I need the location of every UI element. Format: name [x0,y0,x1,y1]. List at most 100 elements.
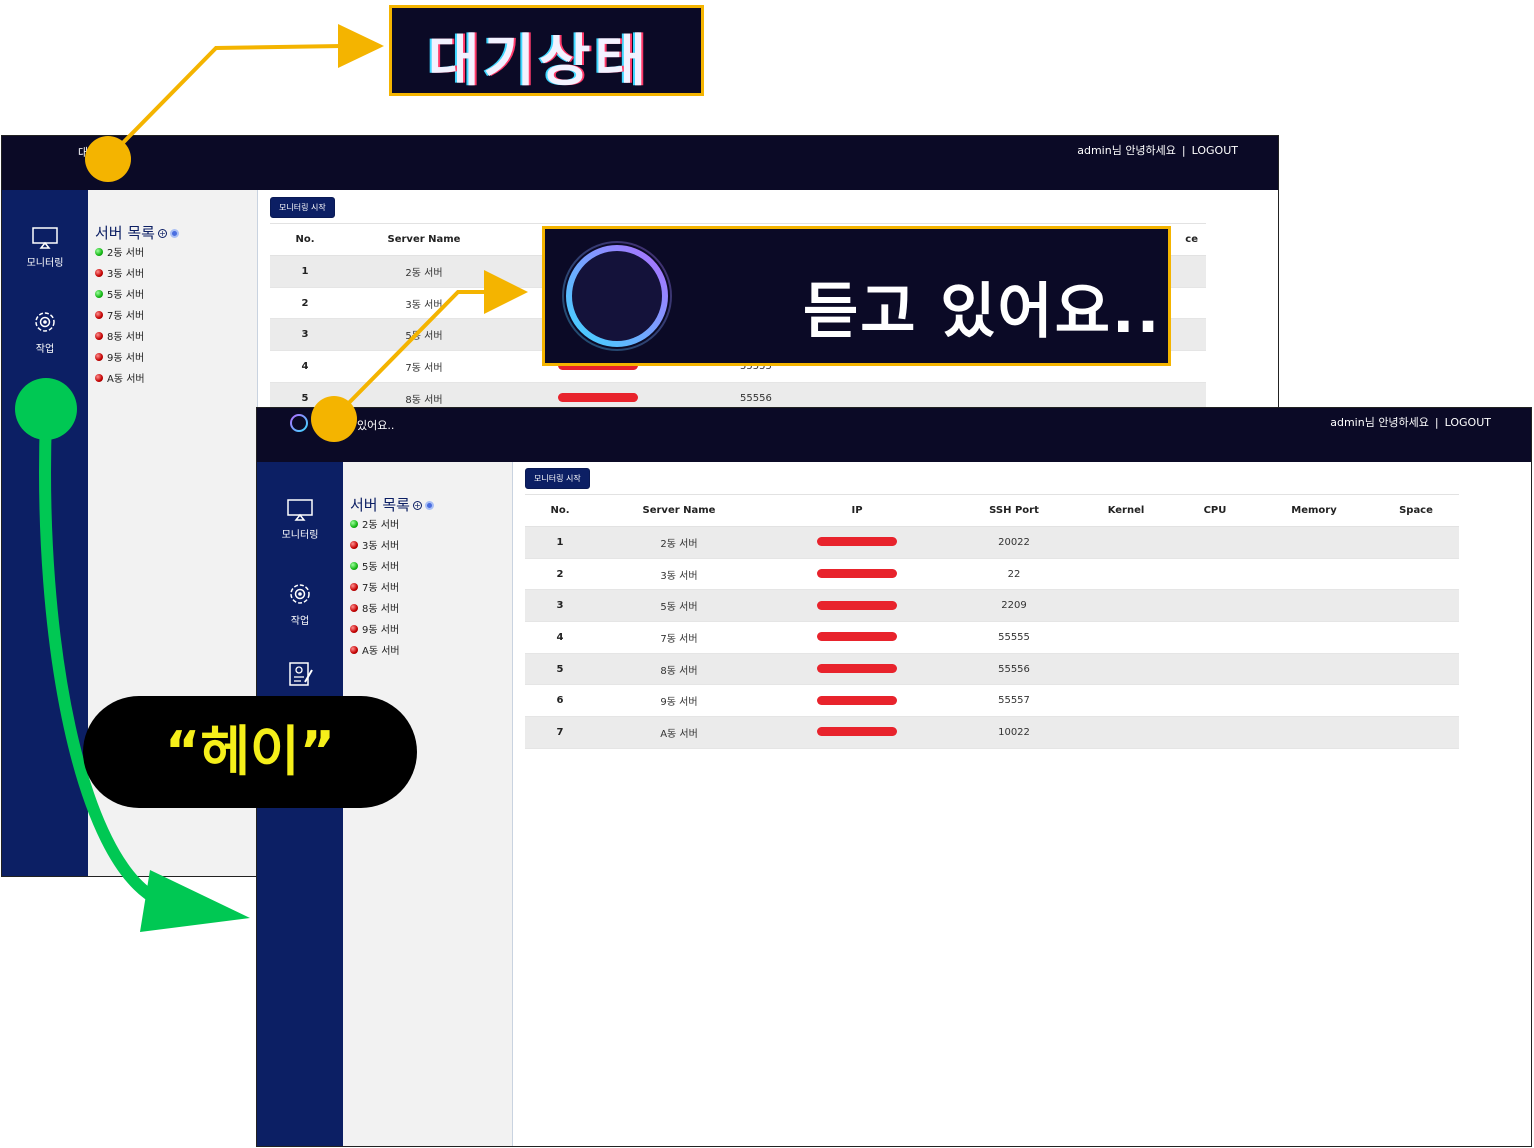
table-row[interactable]: 5 8동 서버 55556 [525,653,1459,686]
front-greeting: admin님 안녕하세요 [1330,416,1429,429]
back-separator: | [1181,144,1186,157]
back-rail-task[interactable]: 작업 [2,308,88,355]
row-ssh-port: 22 [951,558,1077,591]
front-rail-task[interactable]: 작업 [257,580,343,627]
back-user-area: admin님 안녕하세요 | LOGOUT [1077,142,1238,158]
row-memory [1255,589,1373,623]
row-number: 5 [525,653,595,686]
row-server-name: 5동 서버 [340,318,508,352]
front-col-space: Space [1373,494,1459,527]
front-logout-link[interactable]: LOGOUT [1445,416,1491,429]
back-start-monitoring-button[interactable]: 모니터링 시작 [270,197,335,218]
row-server-name: A동 서버 [595,716,763,749]
table-row[interactable]: 2 3동 서버 22 [525,558,1459,591]
table-row[interactable]: 4 7동 서버 55555 [525,621,1459,654]
row-kernel [1077,621,1175,654]
row-memory [1255,716,1373,749]
back-server-item[interactable]: 9동 서버 [95,349,144,364]
status-dot-icon [350,520,358,528]
front-server-label: 7동 서버 [362,583,400,594]
front-app-window: 있어요.. admin님 안녕하세요 | LOGOUT 모니터링 작업 서버 목록 +… [256,407,1532,1147]
table-row[interactable]: 3 5동 서버 2209 [525,589,1459,623]
front-server-table: No. Server Name IP SSH Port Kernel CPU M… [525,494,1459,749]
front-panel-title: 서버 목록 + [350,494,434,515]
back-server-item[interactable]: 2동 서버 [95,244,144,259]
redacted-ip-mark [817,664,897,674]
row-ssh-port: 20022 [951,526,1077,559]
monitor-icon [32,227,58,249]
front-col-no: No. [525,494,595,527]
row-number: 1 [525,526,595,559]
row-memory [1255,653,1373,686]
standby-arrowhead [338,24,384,68]
row-space [1373,716,1459,749]
add-icon[interactable]: + [157,229,167,238]
add-icon[interactable]: + [412,501,422,510]
back-rail-monitoring[interactable]: 모니터링 [2,226,88,269]
front-start-monitoring-button[interactable]: 모니터링 시작 [525,468,590,489]
front-server-item[interactable]: 8동 서버 [350,600,399,615]
gear-icon [35,312,55,332]
row-number: 1 [270,255,340,288]
row-number: 4 [270,350,340,383]
standby-callout-text: 대기상태 [428,29,651,94]
table-row[interactable]: 7 A동 서버 10022 [525,716,1459,749]
row-ip [763,621,951,654]
status-dot-icon [95,248,103,256]
row-kernel [1077,716,1175,749]
row-space [1373,558,1459,591]
front-user-area: admin님 안녕하세요 | LOGOUT [1330,414,1491,430]
row-number: 3 [525,589,595,623]
row-cpu [1175,558,1255,591]
back-rail-monitoring-label: 모니터링 [26,258,64,269]
row-ip [763,653,951,686]
back-col-name: Server Name [340,223,508,256]
front-rail-monitoring[interactable]: 모니터링 [257,498,343,541]
front-col-name: Server Name [595,494,763,527]
front-rail-report[interactable] [257,660,343,692]
redacted-ip-mark [817,695,897,705]
row-cpu [1175,589,1255,623]
front-col-kernel: Kernel [1077,494,1175,527]
refresh-icon[interactable] [424,501,434,510]
back-side-rail: 모니터링 작업 [2,190,88,876]
back-logout-link[interactable]: LOGOUT [1192,144,1238,157]
back-server-label: A동 서버 [107,374,145,385]
back-server-label: 8동 서버 [107,332,145,343]
back-server-item[interactable]: 3동 서버 [95,265,144,280]
back-server-item[interactable]: A동 서버 [95,370,145,385]
front-server-item[interactable]: 2동 서버 [350,516,399,531]
listening-callout: 듣고 있어요.. [542,226,1171,366]
front-server-item[interactable]: 9동 서버 [350,621,399,636]
front-server-label: 9동 서버 [362,625,400,636]
row-number: 2 [525,558,595,591]
back-server-item[interactable]: 7동 서버 [95,307,144,322]
redacted-ip-mark [817,569,897,579]
back-top-bar: 대 admin님 안녕하세요 | LOGOUT [2,136,1278,190]
front-rail-task-label: 작업 [290,616,310,627]
listening-ring-large-icon [562,241,672,351]
refresh-icon[interactable] [169,229,179,238]
back-server-item[interactable]: 5동 서버 [95,286,144,301]
status-dot-icon [350,541,358,549]
row-ssh-port: 2209 [951,589,1077,623]
front-server-item[interactable]: 3동 서버 [350,537,399,552]
row-number: 3 [270,318,340,352]
row-server-name: 3동 서버 [595,558,763,591]
front-server-item[interactable]: A동 서버 [350,642,400,657]
back-server-label: 2동 서버 [107,248,145,259]
front-col-cpu: CPU [1175,494,1255,527]
front-server-item[interactable]: 5동 서버 [350,558,399,573]
table-row[interactable]: 6 9동 서버 55557 [525,684,1459,718]
table-row[interactable]: 1 2동 서버 20022 [525,526,1459,559]
standby-callout: 대기상태 [389,5,704,96]
front-server-label: 8동 서버 [362,604,400,615]
row-kernel [1077,653,1175,686]
back-panel-title: 서버 목록 + [95,222,179,243]
row-ip [763,526,951,559]
row-server-name: 5동 서버 [595,589,763,623]
back-server-item[interactable]: 8동 서버 [95,328,144,343]
hey-speech-bubble: “헤이” [83,696,417,808]
row-space [1373,621,1459,654]
front-server-item[interactable]: 7동 서버 [350,579,399,594]
